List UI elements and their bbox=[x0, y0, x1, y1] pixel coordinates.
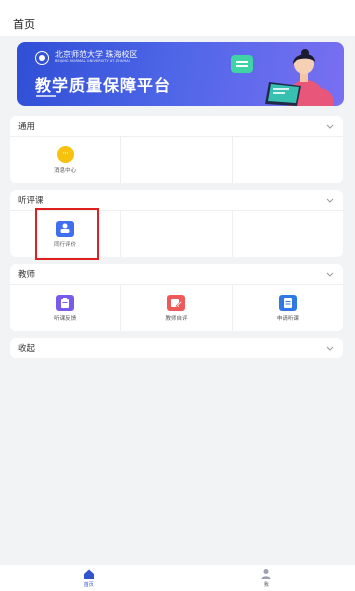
empty-cell bbox=[121, 211, 233, 257]
tab-home[interactable]: 首页 bbox=[0, 565, 178, 591]
menu-item-label: 教师自评 bbox=[165, 315, 188, 322]
section-title: 收起 bbox=[18, 344, 36, 354]
page-title: 首页 bbox=[13, 18, 35, 31]
home-icon bbox=[83, 569, 94, 579]
section-collapse: 收起 bbox=[10, 338, 343, 358]
menu-item-label: 消息中心 bbox=[54, 168, 77, 174]
section-header-collapse[interactable]: 收起 bbox=[10, 338, 343, 358]
menu-item-message-center[interactable]: 消息中心 bbox=[10, 137, 122, 183]
tab-label: 首页 bbox=[83, 582, 94, 588]
section-header-teacher[interactable]: 教师 bbox=[10, 264, 343, 284]
section-title: 听评课 bbox=[18, 196, 44, 206]
menu-item-lecture-feedback[interactable]: 听课反馈 bbox=[10, 285, 122, 331]
tab-me[interactable]: 我 bbox=[178, 565, 355, 591]
empty-cell bbox=[233, 211, 343, 257]
platform-title: 教学质量保障平台 bbox=[35, 76, 172, 95]
user-icon bbox=[261, 569, 271, 579]
section-header-class-observation[interactable]: 听评课 bbox=[10, 190, 343, 210]
top-bar: 首页 bbox=[0, 0, 355, 36]
section-title: 通用 bbox=[18, 122, 36, 132]
empty-cell bbox=[233, 137, 343, 183]
school-seal-icon bbox=[35, 51, 49, 65]
empty-cell bbox=[121, 137, 233, 183]
title-underline bbox=[36, 95, 56, 97]
school-name: 北京师范大学 珠海校区 bbox=[55, 50, 138, 59]
section-general: 通用 消息中心 bbox=[10, 116, 343, 183]
teacher-illustration bbox=[265, 49, 334, 106]
clipboard-icon bbox=[56, 294, 75, 311]
menu-item-apply-lecture[interactable]: 申请听课 bbox=[233, 285, 343, 331]
section-header-general[interactable]: 通用 bbox=[10, 116, 343, 136]
section-teacher: 教师 听课反馈 教师自评 申请听课 bbox=[10, 264, 343, 331]
banner: 北京师范大学 珠海校区 BEIJING NORMAL UNIVERSITY AT… bbox=[17, 42, 344, 106]
school-logo: 北京师范大学 珠海校区 BEIJING NORMAL UNIVERSITY AT… bbox=[35, 51, 138, 65]
menu-item-label: 听课反馈 bbox=[54, 315, 77, 322]
school-name-en: BEIJING NORMAL UNIVERSITY AT ZHUHAI bbox=[55, 59, 130, 63]
chevron-down-icon[interactable] bbox=[325, 121, 335, 131]
menu-item-label: 申请听课 bbox=[276, 315, 299, 322]
document-icon bbox=[278, 294, 297, 311]
chevron-down-icon[interactable] bbox=[325, 269, 335, 279]
bottom-tab-bar: 首页 我 bbox=[0, 565, 355, 591]
chevron-down-icon[interactable] bbox=[325, 343, 335, 353]
highlight-box bbox=[35, 208, 99, 260]
tab-label: 我 bbox=[263, 582, 269, 588]
menu-item-self-evaluation[interactable]: 教师自评 bbox=[121, 285, 233, 331]
chat-dots-icon bbox=[56, 146, 74, 163]
section-title: 教师 bbox=[18, 270, 36, 280]
edit-icon bbox=[167, 294, 186, 311]
chevron-down-icon[interactable] bbox=[325, 195, 335, 205]
